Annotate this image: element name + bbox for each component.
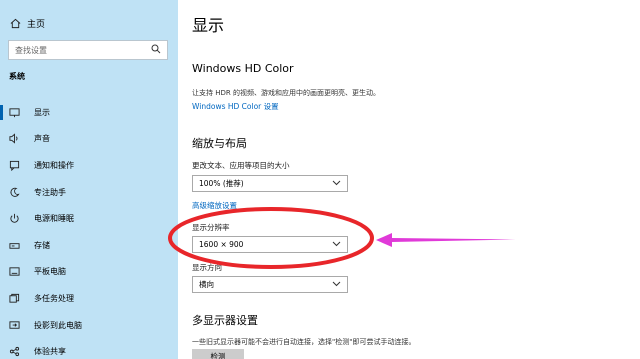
orientation-dropdown-value: 横向: [199, 280, 214, 289]
speaker-icon: [8, 133, 20, 145]
multi-display-description: 一些旧式显示器可能不会进行自动连接，选择"检测"即可尝试手动连接。: [192, 338, 416, 346]
sidebar-item-project[interactable]: 投影到此电脑: [0, 312, 178, 339]
scale-dropdown[interactable]: 100% (推荐): [192, 175, 348, 192]
sidebar-item-label: 显示: [34, 107, 50, 117]
sidebar-item-label: 存储: [34, 240, 50, 250]
resolution-dropdown-value: 1600 × 900: [199, 240, 244, 249]
sidebar-item-tablet[interactable]: 平板电脑: [0, 259, 178, 286]
sidebar-item-focus-assist[interactable]: 专注助手: [0, 179, 178, 206]
text-size-label: 更改文本、应用等项目的大小: [192, 161, 290, 170]
notification-icon: [8, 159, 20, 171]
sidebar-item-label: 声音: [34, 134, 50, 144]
detect-button[interactable]: 检测: [192, 349, 244, 359]
chevron-down-icon: [332, 280, 341, 289]
orientation-label: 显示方向: [192, 263, 222, 272]
sidebar-item-label: 多任务处理: [34, 293, 74, 303]
sidebar: 主页 查找设置 系统 显示 声音 通知和操作 专注助手 电源和睡眠 存储 平板电…: [0, 0, 178, 359]
search-input[interactable]: 查找设置: [8, 40, 168, 60]
share-icon: [8, 346, 20, 358]
sidebar-home[interactable]: 主页: [9, 16, 45, 30]
resolution-label: 显示分辨率: [192, 223, 230, 232]
sidebar-nav: 显示 声音 通知和操作 专注助手 电源和睡眠 存储 平板电脑 多任务处理 投影到…: [0, 99, 178, 359]
sidebar-item-power[interactable]: 电源和睡眠: [0, 205, 178, 232]
sidebar-item-label: 电源和睡眠: [34, 214, 74, 224]
hd-color-description: 让支持 HDR 的视频、游戏和应用中的画面更明亮、更生动。: [192, 89, 380, 97]
display-icon: [8, 106, 20, 118]
hd-color-heading: Windows HD Color: [192, 62, 294, 75]
main-content: 显示 Windows HD Color 让支持 HDR 的视频、游戏和应用中的画…: [178, 0, 640, 359]
advanced-scaling-link[interactable]: 高级缩放设置: [192, 200, 237, 211]
sidebar-item-sound[interactable]: 声音: [0, 126, 178, 153]
multi-display-heading: 多显示器设置: [192, 314, 258, 327]
project-icon: [8, 319, 20, 331]
scale-layout-heading: 缩放与布局: [192, 137, 247, 150]
sidebar-item-storage[interactable]: 存储: [0, 232, 178, 259]
page-title: 显示: [192, 16, 225, 35]
sidebar-item-multitasking[interactable]: 多任务处理: [0, 285, 178, 312]
sidebar-item-display[interactable]: 显示: [0, 99, 178, 126]
multitask-icon: [8, 292, 20, 304]
sidebar-home-label: 主页: [27, 19, 46, 30]
sidebar-item-label: 专注助手: [34, 187, 66, 197]
search-icon: [151, 44, 161, 56]
sidebar-item-notifications[interactable]: 通知和操作: [0, 152, 178, 179]
hd-color-settings-link[interactable]: Windows HD Color 设置: [192, 101, 279, 112]
sidebar-item-label: 通知和操作: [34, 160, 74, 170]
orientation-dropdown[interactable]: 横向: [192, 276, 348, 293]
storage-icon: [8, 239, 20, 251]
tablet-icon: [8, 266, 20, 278]
sidebar-item-label: 投影到此电脑: [34, 320, 82, 330]
chevron-down-icon: [332, 179, 341, 188]
chevron-down-icon: [332, 240, 341, 249]
sidebar-section-label: 系统: [9, 72, 25, 81]
power-icon: [8, 213, 20, 225]
sidebar-item-label: 平板电脑: [34, 267, 66, 277]
home-icon: [9, 17, 21, 29]
search-placeholder: 查找设置: [15, 45, 47, 55]
sidebar-item-label: 体验共享: [34, 347, 66, 357]
scale-dropdown-value: 100% (推荐): [199, 179, 244, 188]
sidebar-item-shared-experiences[interactable]: 体验共享: [0, 338, 178, 359]
resolution-dropdown[interactable]: 1600 × 900: [192, 236, 348, 253]
moon-icon: [8, 186, 20, 198]
